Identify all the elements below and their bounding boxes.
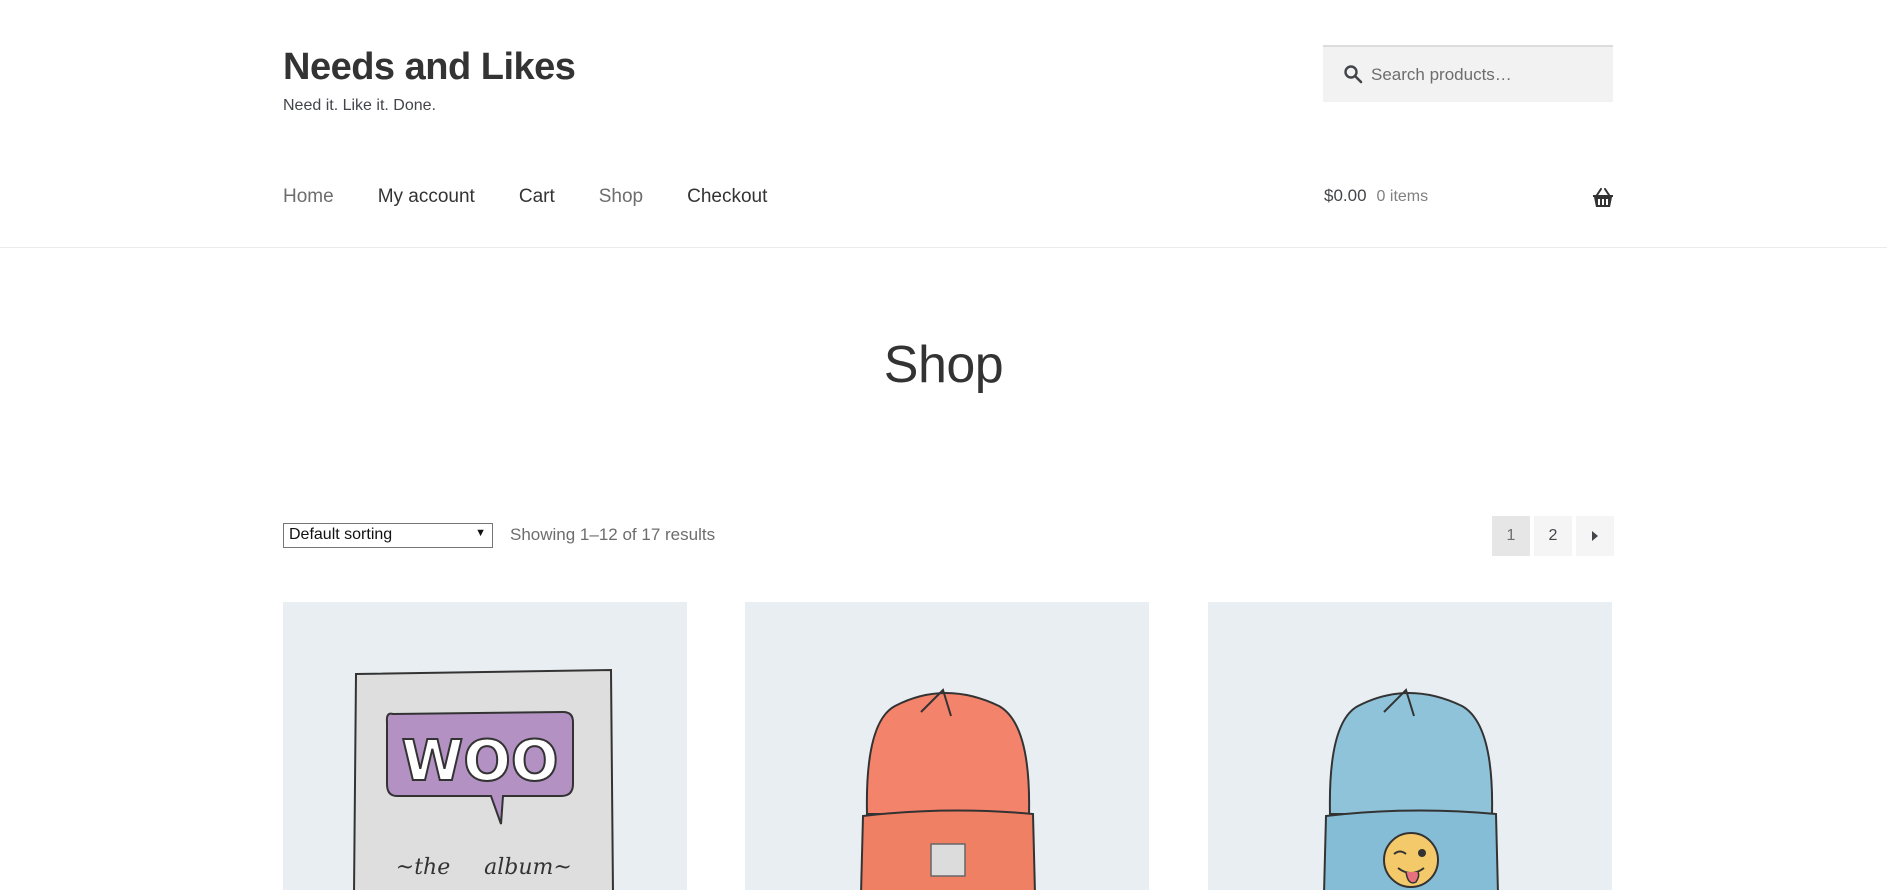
basket-icon	[1593, 188, 1613, 207]
nav-shop[interactable]: Shop	[599, 186, 643, 208]
result-count: Showing 1–12 of 17 results	[510, 525, 716, 544]
product-card-beanie[interactable]	[745, 602, 1149, 890]
header-divider	[0, 247, 1887, 248]
triangle-right-icon	[1592, 531, 1598, 541]
page-2-link[interactable]: 2	[1534, 516, 1572, 556]
album-icon: WOO ~the album~	[353, 668, 614, 890]
cart-total: $0.00	[1324, 186, 1367, 205]
site-title[interactable]: Needs and Likes	[283, 46, 576, 89]
product-search	[1323, 45, 1613, 102]
search-input[interactable]	[1369, 47, 1609, 102]
album-subtitle-2: album~	[484, 855, 572, 880]
next-page-link[interactable]	[1576, 516, 1614, 556]
pagination: 1 2	[1492, 516, 1614, 556]
page-1-current: 1	[1492, 516, 1530, 556]
beanie-icon	[860, 688, 1036, 890]
header-cart[interactable]: $0.00 0 items	[1324, 186, 1614, 207]
beanie-with-logo-icon	[1323, 688, 1499, 890]
nav-home[interactable]: Home	[283, 186, 334, 208]
product-card-beanie-with-logo[interactable]	[1208, 602, 1612, 890]
search-icon	[1344, 65, 1363, 84]
album-subtitle-1: ~the	[396, 855, 450, 880]
nav-checkout[interactable]: Checkout	[687, 186, 767, 208]
site-tagline: Need it. Like it. Done.	[283, 97, 436, 114]
orderby-selected-value: Default sorting	[289, 526, 393, 543]
album-title-text: WOO	[402, 729, 559, 794]
nav-my-account[interactable]: My account	[378, 186, 475, 208]
nav-cart[interactable]: Cart	[519, 186, 555, 208]
page-title: Shop	[883, 336, 1004, 394]
product-card-album[interactable]: WOO ~the album~	[283, 602, 687, 890]
orderby-select[interactable]: Default sorting ▼	[283, 523, 493, 548]
cart-item-count: 0 items	[1376, 188, 1429, 205]
dropdown-arrow-icon: ▼	[475, 527, 486, 539]
primary-navigation: Home My account Cart Shop Checkout	[283, 186, 767, 208]
